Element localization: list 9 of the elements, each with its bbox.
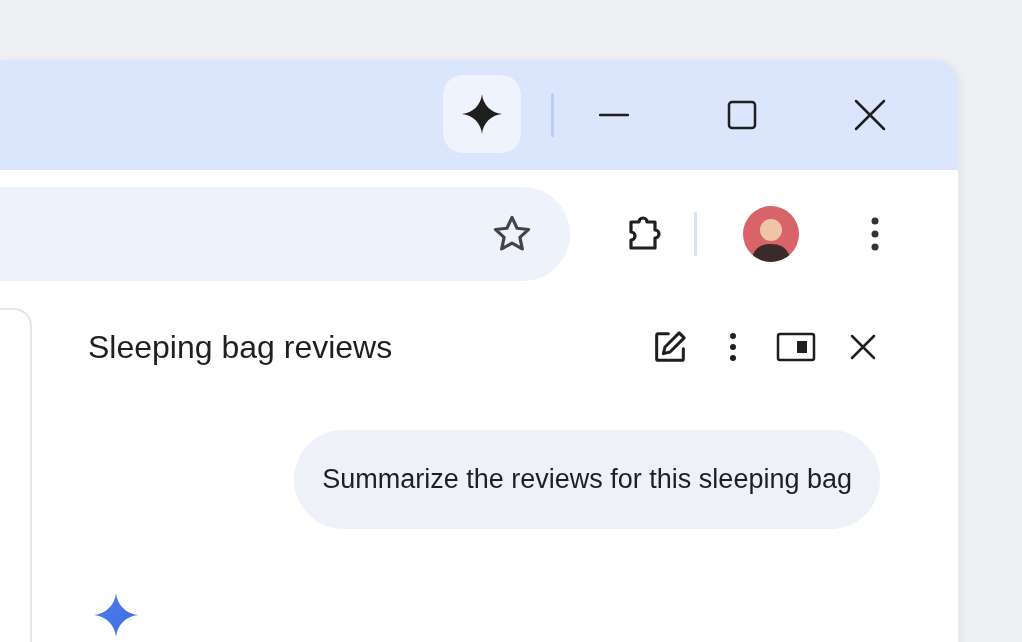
maximize-icon[interactable] — [727, 100, 757, 130]
minimize-icon[interactable] — [599, 113, 629, 117]
gemini-button[interactable] — [443, 75, 521, 153]
user-message: Summarize the reviews for this sleeping bag — [294, 430, 880, 529]
side-panel-title: Sleeping bag reviews — [88, 328, 394, 366]
close-icon[interactable] — [854, 99, 886, 131]
sparkle-icon — [462, 94, 502, 134]
avatar[interactable] — [743, 206, 799, 262]
gemini-sparkle-icon — [94, 593, 138, 637]
